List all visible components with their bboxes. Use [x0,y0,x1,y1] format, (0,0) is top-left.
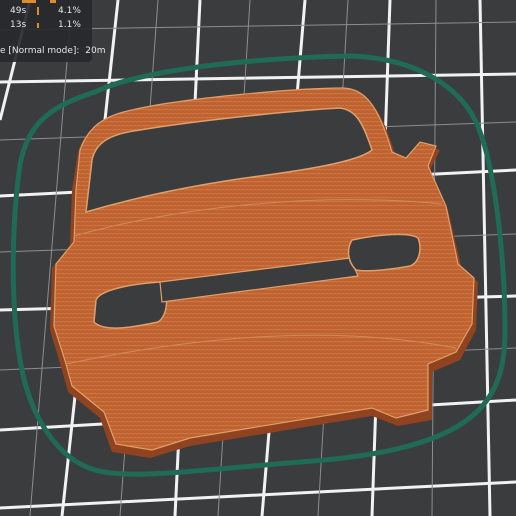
legend-bar [37,7,39,15]
legend-time: 49s [10,6,27,16]
estimated-time: e [Normal mode]: 20m [0,46,106,56]
legend-bar [37,23,39,28]
estimated-time-value: 20m [85,46,106,56]
estimated-time-label: e [Normal mode]: [0,46,80,56]
legend-top-bar [10,0,70,3]
legend-percent: 1.1% [58,20,81,30]
legend-time: 13s [10,20,27,30]
right-headlight-cutout [347,233,421,272]
slice-legend-panel: 49s 4.1% 13s 1.1% e [Normal mode]: 20m [0,0,106,62]
legend-percent: 4.1% [58,6,81,16]
print-preview-viewport[interactable] [0,0,516,516]
